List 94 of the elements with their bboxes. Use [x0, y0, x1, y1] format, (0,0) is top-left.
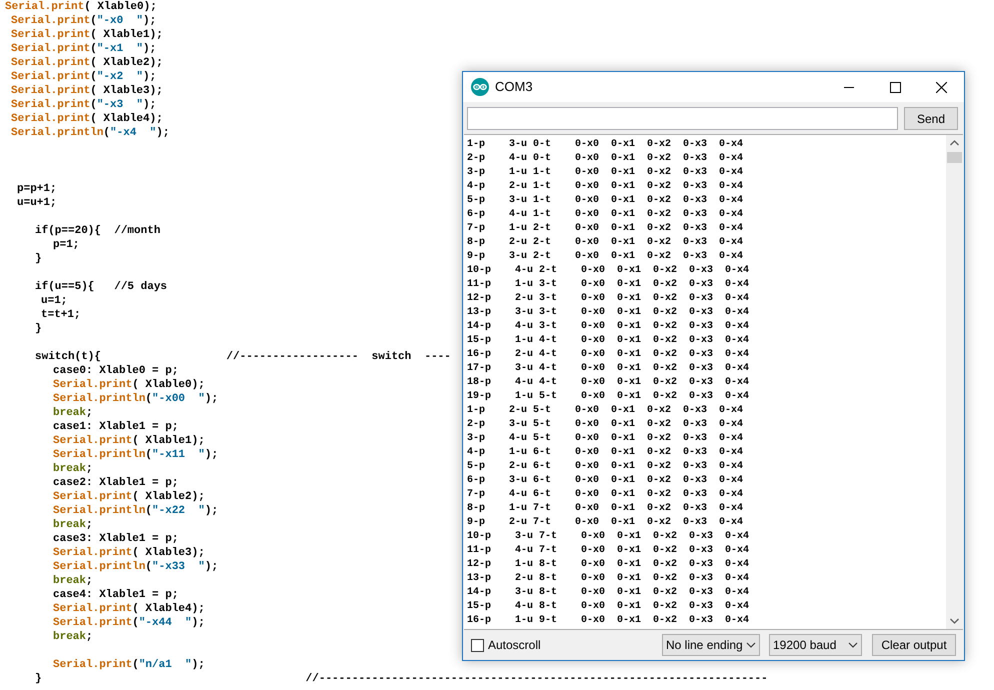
output-line: 2-p 3-u 5-t 0-x0 0-x1 0-x2 0-x3 0-x4 [467, 419, 744, 430]
code-line: Serial.println("-x00 "); [53, 392, 218, 406]
code-line: case0: Xlable0 = p; [53, 364, 178, 378]
code-line: Serial.print( Xlable2); [53, 490, 205, 504]
code-line: Serial.print("-x1 "); [11, 42, 156, 56]
line-ending-value: No line ending [666, 637, 744, 654]
baud-rate-dropdown[interactable]: 19200 baud [769, 634, 862, 656]
code-line: if(u==5){ //5 days [35, 280, 168, 294]
output-line: 5-p 2-u 6-t 0-x0 0-x1 0-x2 0-x3 0-x4 [467, 461, 744, 472]
output-line: 15-p 4-u 8-t 0-x0 0-x1 0-x2 0-x3 0-x4 [467, 601, 750, 612]
output-line: 14-p 4-u 3-t 0-x0 0-x1 0-x2 0-x3 0-x4 [467, 321, 750, 332]
code-line: case1: Xlable1 = p; [53, 420, 178, 434]
output-line: 5-p 3-u 1-t 0-x0 0-x1 0-x2 0-x3 0-x4 [467, 195, 744, 206]
output-line: 13-p 3-u 3-t 0-x0 0-x1 0-x2 0-x3 0-x4 [467, 307, 750, 318]
output-line: 6-p 4-u 1-t 0-x0 0-x1 0-x2 0-x3 0-x4 [467, 209, 744, 220]
code-line: break; [53, 630, 93, 644]
code-line: case2: Xlable1 = p; [53, 476, 178, 490]
window-title: COM3 [495, 78, 533, 96]
code-line: t=t+1; [41, 308, 81, 322]
code-line: Serial.print("-x3 "); [11, 98, 156, 112]
output-line: 1-p 3-u 0-t 0-x0 0-x1 0-x2 0-x3 0-x4 [467, 139, 744, 150]
output-line: 9-p 3-u 2-t 0-x0 0-x1 0-x2 0-x3 0-x4 [467, 251, 744, 262]
autoscroll-label: Autoscroll [488, 637, 541, 654]
output-line: 15-p 1-u 4-t 0-x0 0-x1 0-x2 0-x3 0-x4 [467, 335, 750, 346]
code-line: Serial.print( Xlable0); [53, 378, 205, 392]
output-line: 14-p 3-u 8-t 0-x0 0-x1 0-x2 0-x3 0-x4 [467, 587, 750, 598]
output-line: 4-p 2-u 1-t 0-x0 0-x1 0-x2 0-x3 0-x4 [467, 181, 744, 192]
output-line: 4-p 1-u 6-t 0-x0 0-x1 0-x2 0-x3 0-x4 [467, 447, 744, 458]
code-line: switch(t){ //------------------ switch ---- [35, 350, 451, 364]
code-line: Serial.print("-x2 "); [11, 70, 156, 84]
code-line: Serial.print( Xlable4); [53, 602, 205, 616]
output-line: 10-p 3-u 7-t 0-x0 0-x1 0-x2 0-x3 0-x4 [467, 531, 750, 542]
code-line: u=u+1; [17, 196, 57, 210]
send-input-field[interactable] [467, 107, 898, 130]
output-line: 8-p 2-u 2-t 0-x0 0-x1 0-x2 0-x3 0-x4 [467, 237, 744, 248]
output-line: 3-p 4-u 5-t 0-x0 0-x1 0-x2 0-x3 0-x4 [467, 433, 744, 444]
output-line: 2-p 4-u 0-t 0-x0 0-x1 0-x2 0-x3 0-x4 [467, 153, 744, 164]
output-line: 10-p 4-u 2-t 0-x0 0-x1 0-x2 0-x3 0-x4 [467, 265, 750, 276]
scrollbar[interactable] [946, 135, 963, 630]
output-line: 12-p 1-u 8-t 0-x0 0-x1 0-x2 0-x3 0-x4 [467, 559, 750, 570]
code-line: Serial.println("-x33 "); [53, 560, 218, 574]
clear-output-button[interactable]: Clear output [872, 634, 956, 656]
output-line: 16-p 1-u 9-t 0-x0 0-x1 0-x2 0-x3 0-x4 [467, 615, 750, 626]
code-line: u=1; [41, 294, 68, 308]
output-line: 13-p 2-u 8-t 0-x0 0-x1 0-x2 0-x3 0-x4 [467, 573, 750, 584]
scroll-down-icon[interactable] [950, 618, 959, 624]
chevron-down-icon [848, 642, 858, 648]
output-line: 3-p 1-u 1-t 0-x0 0-x1 0-x2 0-x3 0-x4 [467, 167, 744, 178]
chevron-down-icon [746, 642, 756, 648]
code-line: Serial.print( Xlable3); [53, 546, 205, 560]
code-line: Serial.println("-x4 "); [11, 126, 170, 140]
code-line: p=p+1; [17, 182, 57, 196]
send-button[interactable]: Send [904, 107, 958, 130]
scrollbar-thumb[interactable] [947, 152, 962, 163]
code-line: break; [53, 462, 93, 476]
code-line: case4: Xlable1 = p; [53, 588, 178, 602]
baud-rate-value: 19200 baud [773, 637, 838, 654]
output-line: 9-p 2-u 7-t 0-x0 0-x1 0-x2 0-x3 0-x4 [467, 517, 744, 528]
code-line: Serial.print( Xlable4); [11, 112, 163, 126]
code-line: case3: Xlable1 = p; [53, 532, 178, 546]
code-line: Serial.println("-x11 "); [53, 448, 218, 462]
output-line: 11-p 4-u 7-t 0-x0 0-x1 0-x2 0-x3 0-x4 [467, 545, 750, 556]
code-line: Serial.print("-x0 "); [11, 14, 156, 28]
code-line: Serial.print( Xlable3); [11, 84, 163, 98]
code-line: break; [53, 518, 93, 532]
code-line: Serial.print("-x44 "); [53, 616, 205, 630]
line-ending-dropdown[interactable]: No line ending [662, 634, 760, 656]
output-line: 7-p 4-u 6-t 0-x0 0-x1 0-x2 0-x3 0-x4 [467, 489, 744, 500]
output-line: 7-p 1-u 2-t 0-x0 0-x1 0-x2 0-x3 0-x4 [467, 223, 744, 234]
code-line: break; [53, 406, 93, 420]
app-logo-icon [471, 78, 489, 96]
code-line: break; [53, 574, 93, 588]
code-line: Serial.print( Xlable1); [11, 28, 163, 42]
code-line: Serial.print( Xlable2); [11, 56, 163, 70]
output-line: 19-p 1-u 5-t 0-x0 0-x1 0-x2 0-x3 0-x4 [467, 391, 750, 402]
code-line: } [35, 322, 42, 336]
code-line: if(p==20){ //month [35, 224, 160, 238]
code-line: } //-------------------------------------------------------------------- [35, 672, 768, 686]
output-line: 18-p 4-u 4-t 0-x0 0-x1 0-x2 0-x3 0-x4 [467, 377, 750, 388]
output-line: 16-p 2-u 4-t 0-x0 0-x1 0-x2 0-x3 0-x4 [467, 349, 750, 360]
scroll-up-icon[interactable] [950, 140, 959, 146]
output-line: 17-p 3-u 4-t 0-x0 0-x1 0-x2 0-x3 0-x4 [467, 363, 750, 374]
code-line: } [35, 252, 42, 266]
output-line: 8-p 1-u 7-t 0-x0 0-x1 0-x2 0-x3 0-x4 [467, 503, 744, 514]
output-line: 11-p 1-u 3-t 0-x0 0-x1 0-x2 0-x3 0-x4 [467, 279, 750, 290]
output-line: 12-p 2-u 3-t 0-x0 0-x1 0-x2 0-x3 0-x4 [467, 293, 750, 304]
code-line: Serial.println("-x22 "); [53, 504, 218, 518]
code-line: Serial.print("n/a1 "); [53, 658, 205, 672]
code-line: Serial.print( Xlable0); [5, 0, 157, 14]
code-line: p=1; [53, 238, 80, 252]
autoscroll-checkbox[interactable] [471, 638, 484, 652]
code-line: Serial.print( Xlable1); [53, 434, 205, 448]
output-line: 6-p 3-u 6-t 0-x0 0-x1 0-x2 0-x3 0-x4 [467, 475, 744, 486]
output-line: 1-p 2-u 5-t 0-x0 0-x1 0-x2 0-x3 0-x4 [467, 405, 744, 416]
